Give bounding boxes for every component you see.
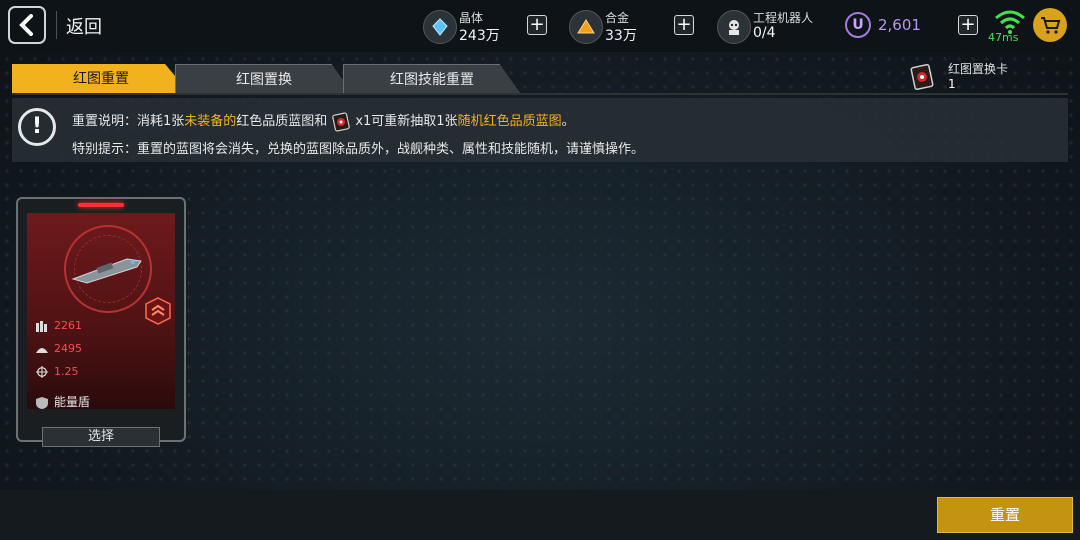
special-notice: 特别提示：重置的蓝图将会消失，兑换的蓝图除品质外，战舰种类、属性和技能随机，请谨… bbox=[72, 142, 645, 157]
text: 。 bbox=[561, 114, 575, 129]
resource-value: 243万 bbox=[459, 28, 500, 44]
exclamation-icon: ! bbox=[18, 108, 56, 146]
tab-red-blueprint-reset[interactable]: 红图重置 bbox=[12, 64, 190, 94]
divider bbox=[56, 11, 57, 39]
crosshair-icon bbox=[36, 366, 48, 378]
add-alloy-button[interactable]: + bbox=[674, 15, 694, 35]
swap-card-icon bbox=[910, 64, 934, 90]
rarity-light bbox=[78, 203, 124, 207]
text: 重置说明：消耗1张 bbox=[72, 114, 185, 129]
ping-value: 47ms bbox=[988, 31, 1019, 44]
back-label[interactable]: 返回 bbox=[66, 13, 102, 39]
hull-icon bbox=[36, 348, 48, 353]
highlight-text: 未装备的 bbox=[184, 114, 237, 129]
text: 红色品质蓝图和 bbox=[236, 114, 328, 129]
tab-label: 红图置换 bbox=[236, 72, 292, 88]
reset-description: 重置说明：消耗1张未装备的红色品质蓝图和 x1可重新抽取1张随机红色品质蓝图。 bbox=[72, 110, 575, 132]
resource-name: 工程机器人 bbox=[753, 11, 814, 25]
info-panel: ! 重置说明：消耗1张未装备的红色品质蓝图和 x1可重新抽取1张随机红色品质蓝图。… bbox=[12, 98, 1068, 162]
crystal-icon bbox=[423, 10, 457, 44]
add-crystal-button[interactable]: + bbox=[527, 15, 547, 35]
alloy-icon bbox=[569, 10, 603, 44]
resource-value: 33万 bbox=[605, 28, 637, 44]
stat-value: 1.25 bbox=[54, 365, 79, 378]
tab-label: 红图重置 bbox=[73, 71, 129, 87]
resource-alloy: 合金 33万 bbox=[569, 6, 669, 46]
add-currency-button[interactable]: + bbox=[958, 15, 978, 35]
tab-underline bbox=[12, 93, 1068, 95]
chevron-left-icon bbox=[19, 14, 33, 36]
skill-energy-shield: 能量盾 bbox=[35, 393, 90, 410]
resource-name: 晶体 bbox=[459, 11, 484, 25]
shop-cart-button[interactable] bbox=[1033, 8, 1067, 42]
tab-red-blueprint-skill-reset[interactable]: 红图技能重置 bbox=[343, 64, 521, 94]
u-currency-icon: U bbox=[845, 12, 871, 38]
robot-icon bbox=[717, 10, 751, 44]
top-bar: 返回 晶体 243万 + 合金 33万 + 工程机器人 0/4 U 2,601 … bbox=[0, 0, 1080, 52]
stat-value: 2495 bbox=[54, 342, 82, 355]
blueprint-card[interactable]: 2261 2495 1.25 能量盾 选择 bbox=[16, 197, 186, 447]
back-button[interactable] bbox=[8, 6, 46, 44]
resource-value: 0/4 bbox=[753, 25, 776, 41]
bottom-bar bbox=[0, 490, 1080, 540]
u-currency-value: 2,601 bbox=[878, 16, 921, 34]
reset-button[interactable]: 重置 bbox=[937, 497, 1073, 533]
swap-card-icon bbox=[332, 111, 351, 132]
tab-label: 红图技能重置 bbox=[390, 72, 474, 88]
skill-name: 能量盾 bbox=[54, 395, 91, 409]
stat-value: 2261 bbox=[54, 319, 82, 332]
text: x1可重新抽取1张 bbox=[355, 114, 458, 129]
blueprint-card-body: 2261 2495 1.25 能量盾 bbox=[27, 213, 175, 409]
tab-red-blueprint-swap[interactable]: 红图置换 bbox=[175, 64, 353, 94]
swap-card-count: 1 bbox=[948, 77, 956, 91]
stat-accuracy: 1.25 bbox=[35, 365, 79, 378]
ammo-icon bbox=[36, 321, 47, 332]
swap-card-name: 红图置换卡 bbox=[948, 62, 1009, 76]
resource-crystal: 晶体 243万 bbox=[423, 6, 523, 46]
resource-robot: 工程机器人 0/4 bbox=[717, 6, 837, 46]
resource-name: 合金 bbox=[605, 11, 630, 25]
warship-icon bbox=[71, 258, 142, 284]
select-button[interactable]: 选择 bbox=[42, 427, 160, 447]
stat-attack: 2261 bbox=[35, 319, 82, 332]
shield-icon bbox=[36, 396, 48, 409]
cart-icon bbox=[1041, 17, 1061, 34]
stat-hull: 2495 bbox=[35, 342, 82, 355]
rank-badge-icon bbox=[145, 297, 171, 325]
highlight-text: 随机红色品质蓝图 bbox=[457, 114, 562, 129]
